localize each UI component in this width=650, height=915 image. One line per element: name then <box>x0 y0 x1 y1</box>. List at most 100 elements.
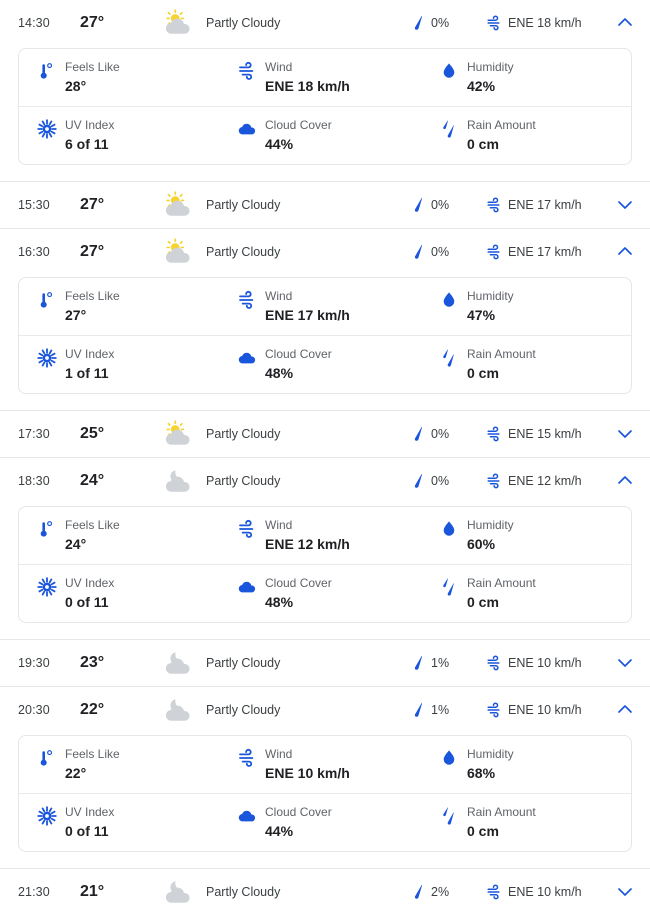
hour-expand-toggle[interactable] <box>604 243 634 261</box>
detail-humidity-value: 42% <box>467 78 496 94</box>
wind-icon <box>487 426 500 442</box>
detail-uv-index: UV Index 1 of 11 <box>19 336 229 393</box>
detail-wind: Wind ENE 18 km/h <box>229 49 429 106</box>
chevron-down-icon[interactable] <box>616 196 634 214</box>
wind-icon <box>487 655 500 671</box>
hour-condition-label: Partly Cloudy <box>206 16 281 30</box>
detail-rain-amount-label: Rain Amount <box>467 576 536 590</box>
hour-precipitation-value: 0% <box>431 474 450 488</box>
wind-icon <box>487 244 500 260</box>
detail-feels-like: Feels Like 28° <box>19 49 229 106</box>
chevron-up-icon[interactable] <box>616 701 634 719</box>
forecast-hour-block: 15:30 27° Partly Cloudy 0% ENE 17 km/h <box>0 181 650 228</box>
rain-amount-icon <box>443 807 454 825</box>
detail-wind-value: ENE 12 km/h <box>265 536 350 552</box>
humidity-icon <box>443 63 455 78</box>
chevron-down-icon[interactable] <box>616 425 634 443</box>
detail-rain-amount-texts: Rain Amount 0 cm <box>467 347 536 382</box>
chevron-up-icon[interactable] <box>616 14 634 32</box>
forecast-hour-row[interactable]: 20:30 22° Partly Cloudy 1% ENE 10 km/h <box>0 687 650 733</box>
detail-cloud-cover-label: Cloud Cover <box>265 118 332 132</box>
chevron-up-icon[interactable] <box>616 243 634 261</box>
forecast-hour-row[interactable]: 16:30 27° Partly Cloudy 0% ENE 17 km/h <box>0 229 650 275</box>
feels-like-icon <box>40 292 53 308</box>
hour-expand-toggle[interactable] <box>604 701 634 719</box>
forecast-hour-row[interactable]: 19:30 23° Partly Cloudy 1% ENE 10 km/h <box>0 640 650 686</box>
hour-wind: ENE 10 km/h <box>486 702 604 718</box>
detail-uv-index-label: UV Index <box>65 118 115 132</box>
detail-wind-value: ENE 17 km/h <box>265 307 350 323</box>
detail-uv-index-texts: UV Index 6 of 11 <box>65 118 114 153</box>
rain-amount-icon <box>443 349 454 367</box>
hour-expand-toggle[interactable] <box>604 654 634 672</box>
cloud-cover-icon <box>238 123 256 135</box>
uv-index-icon <box>37 806 57 826</box>
uv-index-icon <box>37 577 57 597</box>
rain-amount-icon <box>443 578 454 596</box>
hour-condition-label: Partly Cloudy <box>206 427 281 441</box>
hour-wind-value: ENE 17 km/h <box>508 198 582 212</box>
detail-rain-amount-texts: Rain Amount 0 cm <box>467 805 536 840</box>
detail-feels-like-label: Feels Like <box>65 747 120 761</box>
hour-condition-label: Partly Cloudy <box>206 245 281 259</box>
detail-cloud-cover-value: 48% <box>265 365 294 381</box>
detail-cloud-cover: Cloud Cover 48% <box>229 336 429 393</box>
detail-row-primary: Feels Like 22° Wind ENE 10 km/h Humidity… <box>19 736 631 793</box>
feels-like-icon <box>40 521 53 537</box>
forecast-hour-row[interactable]: 15:30 27° Partly Cloudy 0% ENE 17 km/h <box>0 182 650 228</box>
hour-wind: ENE 17 km/h <box>486 244 604 260</box>
partly-cloudy-night-icon <box>165 652 190 674</box>
cloud-cover-icon <box>238 810 256 822</box>
detail-rain-amount: Rain Amount 0 cm <box>429 107 631 164</box>
forecast-hour-row[interactable]: 17:30 25° Partly Cloudy 0% ENE 15 km/h <box>0 411 650 457</box>
hour-precipitation: 1% <box>412 702 486 718</box>
hour-expand-toggle[interactable] <box>604 472 634 490</box>
cloud-cover-icon <box>238 581 256 593</box>
detail-wind: Wind ENE 17 km/h <box>229 278 429 335</box>
hour-temperature: 27° <box>80 243 105 260</box>
hour-temperature: 23° <box>80 654 105 671</box>
hour-wind-value: ENE 10 km/h <box>508 703 582 717</box>
hour-wind: ENE 12 km/h <box>486 473 604 489</box>
detail-uv-index-label: UV Index <box>65 805 115 819</box>
hour-expand-toggle[interactable] <box>604 196 634 214</box>
hour-condition: Partly Cloudy <box>158 877 412 907</box>
detail-rain-amount-texts: Rain Amount 0 cm <box>467 118 536 153</box>
hour-time: 20:30 <box>18 703 50 717</box>
detail-uv-index: UV Index 0 of 11 <box>19 565 229 622</box>
hour-wind: ENE 18 km/h <box>486 15 604 31</box>
detail-cloud-cover-value: 44% <box>265 136 294 152</box>
hour-expand-toggle[interactable] <box>604 883 634 901</box>
hour-wind-value: ENE 12 km/h <box>508 474 582 488</box>
hour-expand-toggle[interactable] <box>604 425 634 443</box>
detail-uv-index-value: 0 of 11 <box>65 594 109 610</box>
hour-expand-toggle[interactable] <box>604 14 634 32</box>
chevron-up-icon[interactable] <box>616 472 634 490</box>
hour-time: 17:30 <box>18 427 50 441</box>
precipitation-icon <box>414 655 423 670</box>
hour-condition: Partly Cloudy <box>158 190 412 220</box>
detail-feels-like-value: 27° <box>65 307 87 323</box>
wind-icon <box>487 15 500 31</box>
detail-cloud-cover-value: 44% <box>265 823 294 839</box>
detail-humidity-value: 47% <box>467 307 496 323</box>
detail-feels-like: Feels Like 27° <box>19 278 229 335</box>
detail-wind: Wind ENE 10 km/h <box>229 736 429 793</box>
hour-time: 15:30 <box>18 198 50 212</box>
forecast-hour-row[interactable]: 21:30 21° Partly Cloudy 2% ENE 10 km/h <box>0 869 650 915</box>
detail-feels-like-texts: Feels Like 28° <box>65 60 120 95</box>
chevron-down-icon[interactable] <box>616 654 634 672</box>
detail-cloud-cover-texts: Cloud Cover 48% <box>265 576 332 611</box>
chevron-down-icon[interactable] <box>616 883 634 901</box>
detail-feels-like-label: Feels Like <box>65 289 120 303</box>
hour-precipitation: 2% <box>412 884 486 900</box>
detail-wind-label: Wind <box>265 60 293 74</box>
partly-cloudy-night-icon <box>165 881 190 903</box>
detail-cloud-cover-value: 48% <box>265 594 294 610</box>
detail-row-primary: Feels Like 27° Wind ENE 17 km/h Humidity… <box>19 278 631 335</box>
detail-rain-amount-value: 0 cm <box>467 365 499 381</box>
hour-precipitation-value: 0% <box>431 198 450 212</box>
detail-humidity-texts: Humidity 42% <box>467 60 514 95</box>
forecast-hour-row[interactable]: 14:30 27° Partly Cloudy 0% ENE 18 km/h <box>0 0 650 46</box>
forecast-hour-row[interactable]: 18:30 24° Partly Cloudy 0% ENE 12 km/h <box>0 458 650 504</box>
